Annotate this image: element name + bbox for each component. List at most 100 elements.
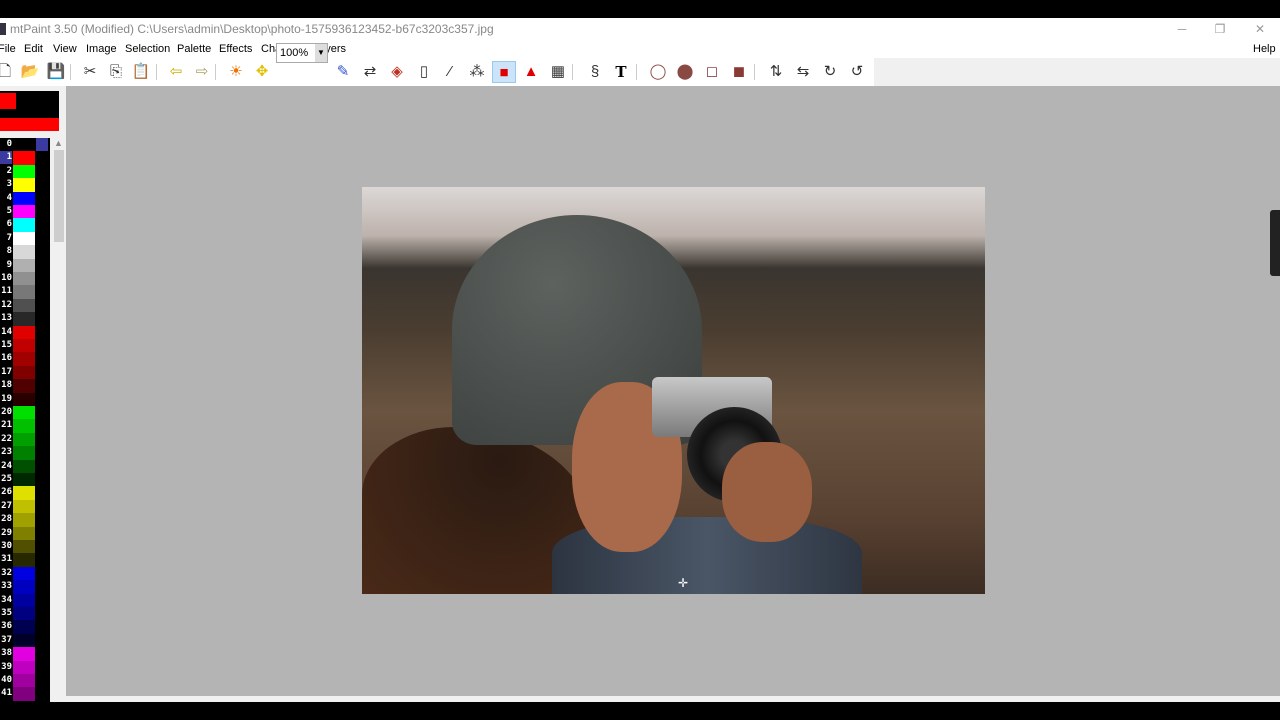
palette-entry[interactable]: 19 xyxy=(0,392,50,406)
palette-entry[interactable]: 33 xyxy=(0,580,50,594)
menu-help[interactable]: Help xyxy=(1253,40,1276,58)
palette-entry[interactable]: 9 xyxy=(0,258,50,272)
line-icon[interactable]: ▯ xyxy=(412,61,436,83)
palette-list[interactable]: 0 1 2 3 4 5 6 7 8 9 10 11 12 13 14 15 16 17 18 19 20 21 22 23 24… xyxy=(0,138,50,702)
flip-horizontal-icon[interactable]: ⇆ xyxy=(791,61,815,83)
palette-entry[interactable]: 18 xyxy=(0,379,50,393)
palette-swatch[interactable] xyxy=(13,151,35,165)
menu-selection[interactable]: Selection xyxy=(125,40,170,58)
image-canvas[interactable] xyxy=(362,187,985,594)
palette-swatch[interactable] xyxy=(13,164,35,179)
ellipse-filled-icon[interactable]: ⬤ xyxy=(673,61,697,83)
palette-swatch[interactable] xyxy=(13,540,35,554)
menu-palette[interactable]: Palette xyxy=(177,40,211,58)
palette-swatch[interactable] xyxy=(13,674,35,688)
canvas-area[interactable]: ✛ xyxy=(66,86,1280,696)
palette-entry[interactable]: 2 xyxy=(0,164,50,179)
smudge-icon[interactable]: ⁄ xyxy=(438,61,462,83)
palette-entry[interactable]: 1 xyxy=(0,151,50,165)
menu-effects[interactable]: Effects xyxy=(219,40,252,58)
palette-swatch[interactable] xyxy=(13,473,35,487)
palette-entry[interactable]: 11 xyxy=(0,285,50,299)
palette-swatch[interactable] xyxy=(13,138,35,152)
palette-entry[interactable]: 14 xyxy=(0,325,50,339)
color-picker-icon[interactable]: ▦ xyxy=(546,61,570,83)
palette-entry[interactable]: 39 xyxy=(0,660,50,674)
menu-image[interactable]: Image xyxy=(86,40,117,58)
palette-swatch[interactable] xyxy=(13,446,35,460)
palette-swatch[interactable] xyxy=(13,620,35,634)
redo-icon[interactable]: ⇨ xyxy=(190,61,214,83)
palette-swatch[interactable] xyxy=(13,647,35,661)
palette-swatch[interactable] xyxy=(13,392,35,406)
chevron-down-icon[interactable]: ▼ xyxy=(315,44,327,62)
palette-swatch[interactable] xyxy=(13,459,35,473)
scrollbar-thumb[interactable] xyxy=(54,150,64,242)
palette-entry[interactable]: 8 xyxy=(0,245,50,259)
horizontal-scrollbar[interactable] xyxy=(66,696,1280,702)
color-swatches[interactable] xyxy=(0,91,59,131)
rotate-anticlockwise-icon[interactable]: ↺ xyxy=(845,61,869,83)
palette-entry[interactable]: 30 xyxy=(0,540,50,554)
palette-entry[interactable]: 21 xyxy=(0,419,50,433)
palette-entry[interactable]: 20 xyxy=(0,406,50,420)
rectangle-filled-icon[interactable]: ◼ xyxy=(727,61,751,83)
palette-swatch[interactable] xyxy=(13,553,35,567)
palette-entry[interactable]: 4 xyxy=(0,191,50,205)
save-icon[interactable]: 💾 xyxy=(44,61,68,83)
primary-color[interactable] xyxy=(0,93,16,109)
palette-swatch[interactable] xyxy=(13,312,35,326)
rectangle-outline-icon[interactable]: ◻ xyxy=(700,61,724,83)
palette-entry[interactable]: 16 xyxy=(0,352,50,366)
flip-vertical-icon[interactable]: ⇅ xyxy=(764,61,788,83)
palette-entry[interactable]: 22 xyxy=(0,432,50,447)
palette-swatch[interactable] xyxy=(13,285,35,299)
lasso-icon[interactable]: § xyxy=(583,61,607,83)
palette-entry[interactable]: 35 xyxy=(0,607,50,621)
palette-swatch[interactable] xyxy=(13,218,35,232)
palette-entry[interactable]: 41 xyxy=(0,687,50,701)
palette-entry[interactable]: 24 xyxy=(0,459,50,473)
palette-swatch[interactable] xyxy=(13,580,35,594)
palette-entry[interactable]: 5 xyxy=(0,205,50,219)
scroll-up-icon[interactable]: ▲ xyxy=(54,138,63,148)
minimize-button[interactable]: ─ xyxy=(1162,18,1202,40)
open-icon[interactable]: 📂 xyxy=(18,61,42,83)
menu-edit[interactable]: Edit xyxy=(24,40,43,58)
side-panel-handle[interactable] xyxy=(1270,210,1280,276)
rotate-clockwise-icon[interactable]: ↻ xyxy=(818,61,842,83)
palette-entry[interactable]: 12 xyxy=(0,298,50,313)
palette-swatch[interactable] xyxy=(13,325,35,339)
palette-swatch[interactable] xyxy=(13,566,35,581)
palette-swatch[interactable] xyxy=(13,432,35,447)
paste-icon[interactable]: 📋 xyxy=(129,61,153,83)
palette-entry[interactable]: 6 xyxy=(0,218,50,232)
palette-swatch[interactable] xyxy=(13,272,35,286)
palette-swatch[interactable] xyxy=(13,339,35,353)
clone-icon[interactable]: ⁂ xyxy=(465,61,489,83)
palette-entry[interactable]: 29 xyxy=(0,526,50,540)
palette-entry[interactable]: 10 xyxy=(0,272,50,286)
palette-scrollbar[interactable]: ▲ xyxy=(52,138,66,702)
copy-icon[interactable]: ⎘ xyxy=(104,61,128,83)
menu-view[interactable]: View xyxy=(53,40,77,58)
palette-swatch[interactable] xyxy=(13,526,35,540)
palette-swatch[interactable] xyxy=(13,178,35,192)
palette-entry[interactable]: 7 xyxy=(0,231,50,246)
palette-swatch[interactable] xyxy=(13,352,35,366)
undo-icon[interactable]: ⇦ xyxy=(164,61,188,83)
text-icon[interactable]: T xyxy=(609,61,633,83)
palette-entry[interactable]: 28 xyxy=(0,513,50,527)
zoom-select[interactable]: 100% ▼ xyxy=(276,43,328,63)
close-button[interactable]: ✕ xyxy=(1240,18,1280,40)
palette-swatch[interactable] xyxy=(13,633,35,648)
palette-swatch[interactable] xyxy=(13,419,35,433)
palette-swatch[interactable] xyxy=(13,593,35,607)
menu-file[interactable]: File xyxy=(0,40,16,58)
new-icon[interactable]: 🗋 xyxy=(0,61,17,83)
palette-swatch[interactable] xyxy=(13,379,35,393)
palette-entry[interactable]: 26 xyxy=(0,486,50,500)
palette-swatch[interactable] xyxy=(13,499,35,514)
palette-swatch[interactable] xyxy=(13,607,35,621)
palette-entry[interactable]: 3 xyxy=(0,178,50,192)
